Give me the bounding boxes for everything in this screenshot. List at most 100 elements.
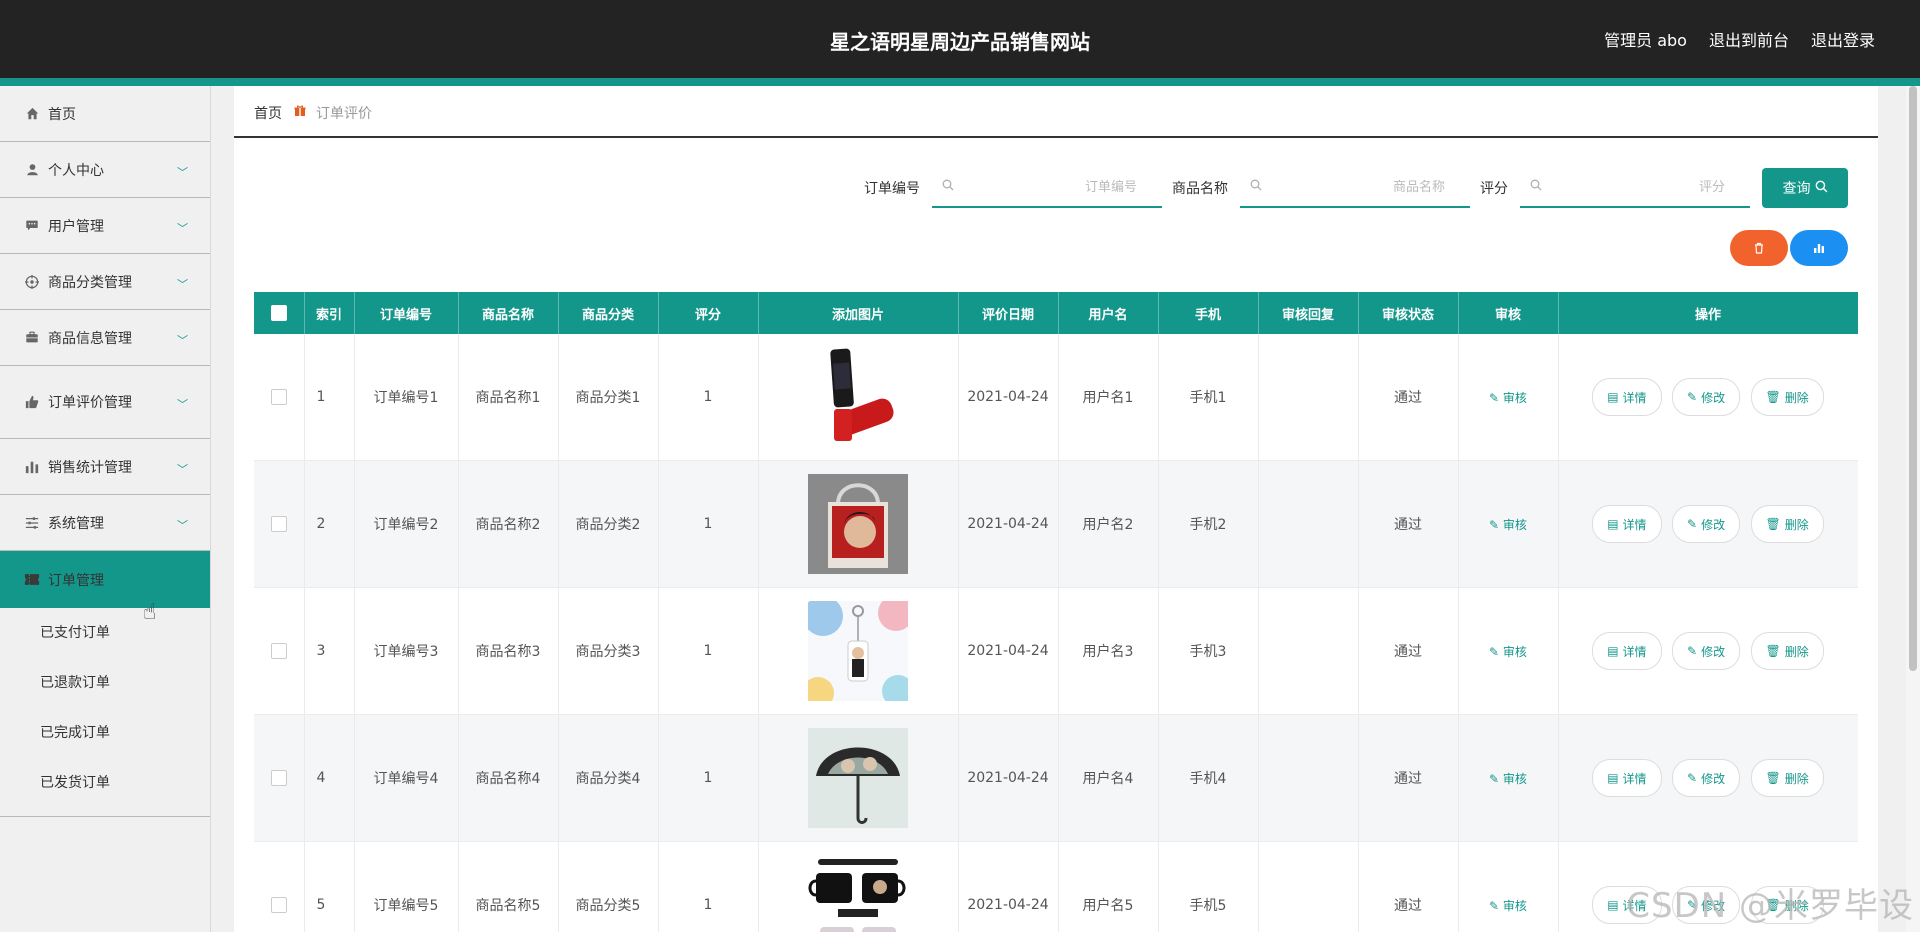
delete-button[interactable]: 🗑︎ 删除 — [1750, 632, 1824, 670]
edit-icon: ✎ — [1489, 771, 1503, 786]
page-scrollbar[interactable] — [1906, 86, 1920, 932]
column-header: 手机 — [1158, 292, 1259, 334]
sidebar-item-label: 系统管理 — [48, 515, 104, 532]
edit-icon: ✎ — [1687, 771, 1698, 785]
sidebar-item-home[interactable]: 首页 — [0, 86, 210, 142]
audit-link[interactable]: ✎ 审核 — [1489, 518, 1527, 532]
sidebar-item-system[interactable]: 系统管理 ﹀ — [0, 495, 210, 551]
cell-rating: 1 — [658, 841, 759, 932]
row-checkbox[interactable] — [270, 897, 287, 913]
submenu-shipped-orders[interactable]: 已发货订单 — [0, 758, 210, 808]
delete-label: 删除 — [1784, 517, 1809, 532]
admin-user-label[interactable]: 管理员 abo — [1604, 27, 1687, 51]
edit-icon: ✎ — [1687, 517, 1698, 531]
row-checkbox[interactable] — [270, 643, 287, 659]
search-icon — [942, 179, 954, 195]
cell-product: 商品名称1 — [458, 334, 559, 461]
cell-user: 用户名2 — [1058, 460, 1159, 588]
cell-order-no: 订单编号5 — [354, 841, 459, 932]
audit-link-label: 审核 — [1502, 644, 1527, 659]
document-icon: ▤ — [1607, 771, 1619, 785]
bar-chart-icon — [1814, 244, 1824, 253]
edit-icon: ✎ — [1489, 390, 1503, 405]
product-image-red-thermos[interactable] — [808, 347, 908, 447]
order-no-input[interactable] — [954, 178, 1162, 196]
sidebar-item-order-review[interactable]: 订单评价管理 ﹀ — [0, 366, 210, 439]
row-checkbox[interactable] — [270, 389, 287, 405]
product-name-label: 商品名称 — [1172, 181, 1228, 197]
table-body: 1 订单编号1 商品名称1 商品分类1 1 2021-04-24 用户名1 手机… — [254, 334, 1858, 932]
logout-link[interactable]: 退出登录 — [1811, 27, 1875, 51]
row-checkbox[interactable] — [270, 770, 287, 786]
product-name-input[interactable] — [1262, 178, 1470, 196]
cell-user: 用户名3 — [1058, 587, 1159, 715]
column-header: 评分 — [658, 292, 759, 334]
edit-button[interactable]: ✎ 修改 — [1672, 505, 1741, 543]
trash-icon — [1755, 242, 1763, 254]
delete-button[interactable]: 🗑︎ 删除 — [1750, 378, 1824, 416]
audit-link[interactable]: ✎ 审核 — [1489, 772, 1527, 786]
batch-delete-button[interactable] — [1730, 230, 1788, 266]
rating-input[interactable] — [1542, 178, 1750, 196]
briefcase-icon — [24, 330, 40, 346]
table-row: 3 订单编号3 商品名称3 商品分类3 1 2021-04-24 用户名3 手机… — [254, 587, 1858, 715]
cell-date: 2021-04-24 — [958, 334, 1059, 461]
detail-button[interactable]: ▤ 详情 — [1592, 632, 1662, 670]
delete-button[interactable]: 🗑︎ 删除 — [1750, 759, 1824, 797]
product-image-keychain[interactable] — [808, 601, 908, 701]
sidebar-item-profile[interactable]: 个人中心 ﹀ — [0, 142, 210, 198]
cell-reply — [1258, 334, 1359, 461]
sidebar-item-users[interactable]: 用户管理 ﹀ — [0, 198, 210, 254]
chevron-down-icon: ﹀ — [177, 165, 188, 179]
product-image-umbrella[interactable] — [808, 728, 908, 828]
user-icon — [24, 162, 40, 178]
chevron-down-icon: ﹀ — [177, 398, 188, 411]
row-select-cell — [254, 841, 305, 932]
edit-icon: ✎ — [1687, 644, 1698, 658]
submenu-completed-orders[interactable]: 已完成订单 — [0, 708, 210, 758]
product-image-color-mug[interactable] — [808, 855, 908, 932]
cell-index: 5 — [304, 841, 355, 932]
document-icon: ▤ — [1607, 390, 1619, 404]
submenu-paid-orders[interactable]: 已支付订单 — [0, 608, 210, 658]
audit-link-label: 审核 — [1502, 898, 1527, 913]
select-all-checkbox[interactable] — [270, 305, 287, 321]
product-image-tote-bag[interactable] — [808, 474, 908, 574]
statistics-button[interactable] — [1790, 230, 1848, 266]
audit-link[interactable]: ✎ 审核 — [1489, 645, 1527, 659]
cell-phone: 手机1 — [1158, 334, 1259, 461]
delete-button[interactable]: 🗑︎ 删除 — [1750, 505, 1824, 543]
review-table-container: 索引 订单编号 商品名称 商品分类 评分 添加图片 评价日期 用户名 手机 审核… — [254, 292, 1858, 932]
submenu-refunded-orders[interactable]: 已退款订单 — [0, 658, 210, 708]
cell-date: 2021-04-24 — [958, 460, 1059, 588]
cell-product: 商品名称5 — [458, 841, 559, 932]
cell-order-no: 订单编号3 — [354, 587, 459, 715]
cell-image — [758, 460, 959, 588]
orders-submenu: 已支付订单 已退款订单 已完成订单 已发货订单 — [0, 608, 210, 817]
audit-link[interactable]: ✎ 审核 — [1489, 899, 1527, 913]
scrollbar-thumb[interactable] — [1909, 86, 1917, 671]
column-header: 审核回复 — [1258, 292, 1359, 334]
edit-button[interactable]: ✎ 修改 — [1672, 632, 1741, 670]
sidebar-item-orders[interactable]: 订单管理 — [0, 551, 210, 608]
cell-reply — [1258, 714, 1359, 842]
row-select-cell — [254, 460, 305, 588]
audit-link-label: 审核 — [1502, 771, 1527, 786]
sidebar-item-product[interactable]: 商品信息管理 ﹀ — [0, 310, 210, 366]
sidebar-item-category[interactable]: 商品分类管理 ﹀ — [0, 254, 210, 310]
detail-button[interactable]: ▤ 详情 — [1592, 505, 1662, 543]
cell-order-no: 订单编号2 — [354, 460, 459, 588]
cell-category: 商品分类1 — [558, 334, 659, 461]
exit-to-frontend-link[interactable]: 退出到前台 — [1709, 27, 1789, 51]
detail-button[interactable]: ▤ 详情 — [1592, 378, 1662, 416]
audit-link[interactable]: ✎ 审核 — [1489, 391, 1527, 405]
edit-button[interactable]: ✎ 修改 — [1672, 378, 1741, 416]
column-header: 评价日期 — [958, 292, 1059, 334]
query-button[interactable]: 查询 — [1762, 168, 1848, 208]
row-checkbox[interactable] — [270, 516, 287, 532]
edit-label: 修改 — [1701, 517, 1726, 532]
sidebar-item-sales-stats[interactable]: 销售统计管理 ﹀ — [0, 439, 210, 495]
breadcrumb-home[interactable]: 首页 — [254, 103, 282, 123]
edit-button[interactable]: ✎ 修改 — [1672, 759, 1741, 797]
detail-button[interactable]: ▤ 详情 — [1592, 759, 1662, 797]
